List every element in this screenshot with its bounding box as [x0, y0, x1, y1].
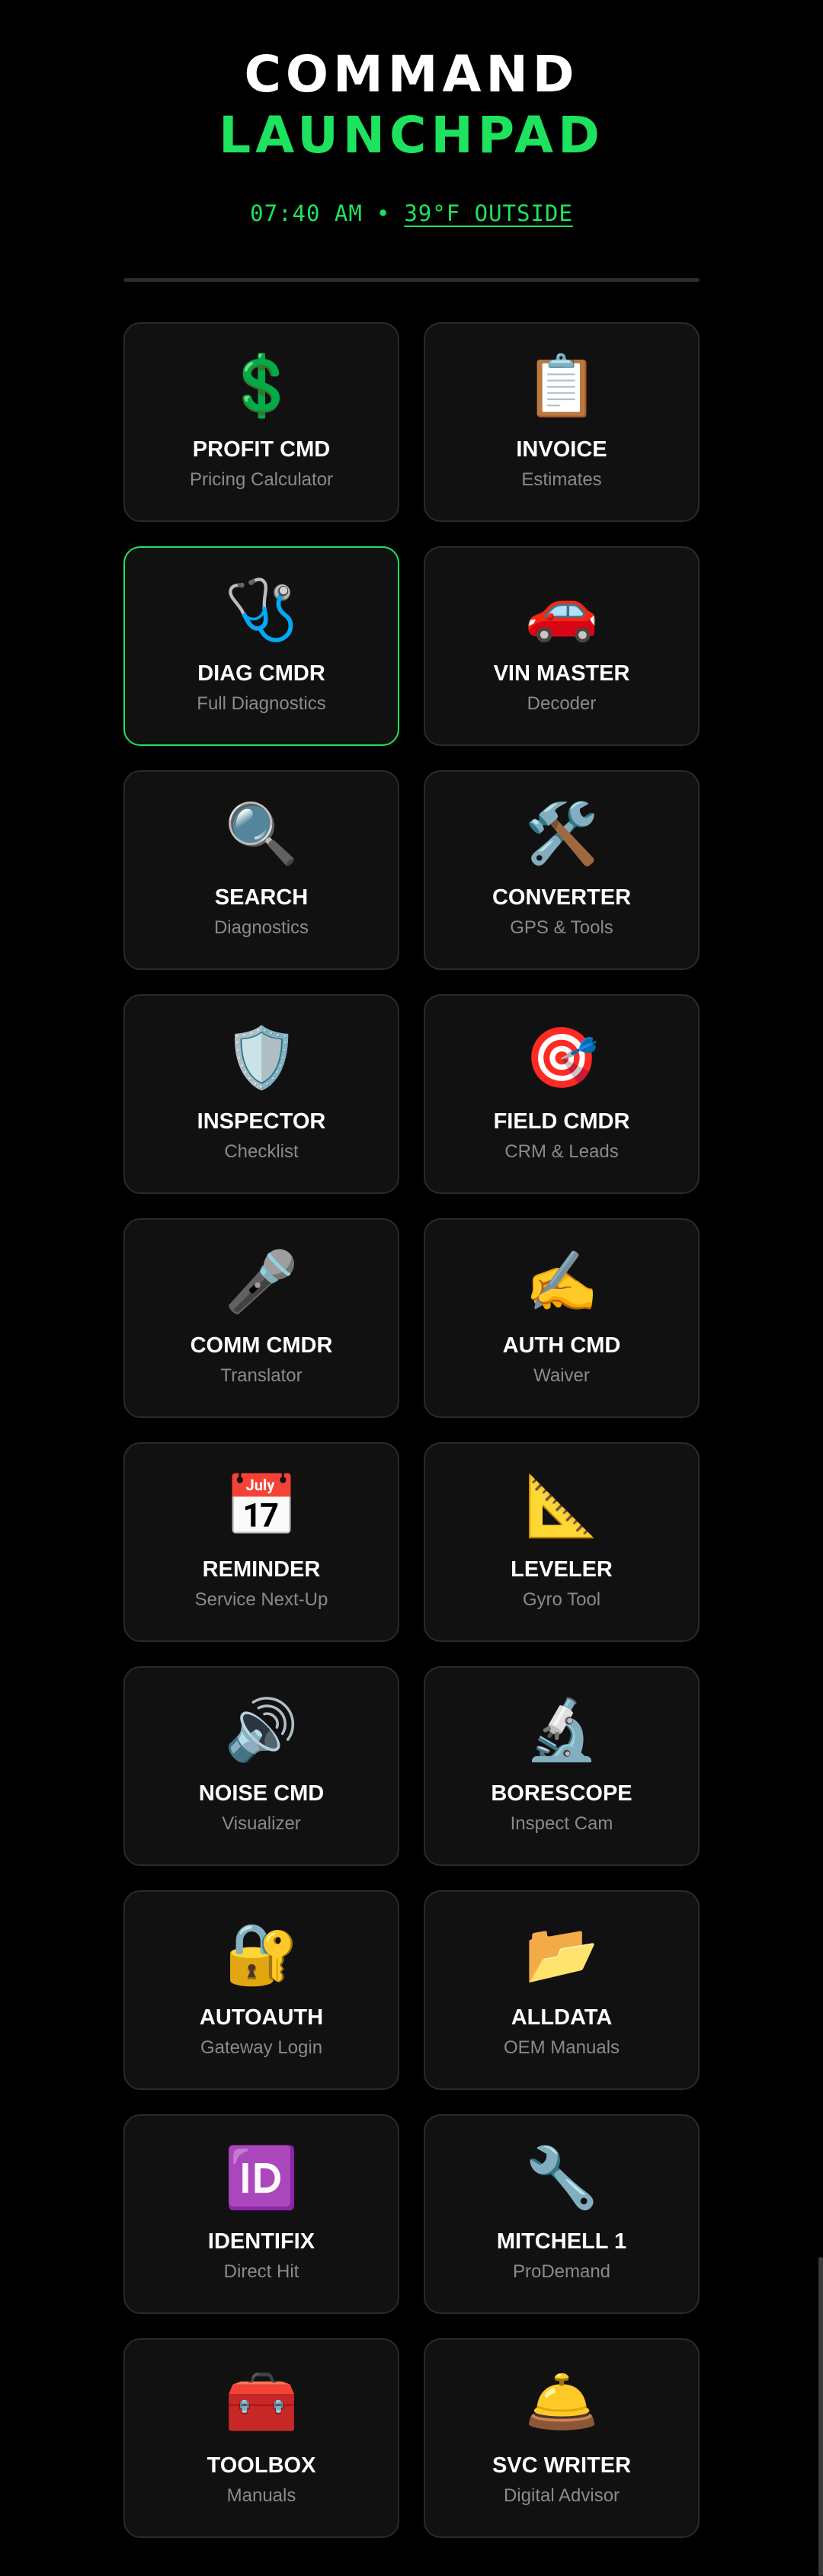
card-title: TOOLBOX [207, 2453, 316, 2478]
launch-card-inspector[interactable]: 🛡️ INSPECTOR Checklist [123, 994, 399, 1194]
launch-card-comm-cmdr[interactable]: 🎤 COMM CMDR Translator [123, 1218, 399, 1418]
clipboard-icon: 📋 [524, 352, 599, 421]
card-title: SVC WRITER [492, 2453, 632, 2478]
hammer-wrench-icon: 🛠️ [524, 800, 599, 869]
card-title: NOISE CMD [198, 1781, 325, 1806]
launch-card-alldata[interactable]: 📂 ALLDATA OEM Manuals [424, 1890, 700, 2090]
card-title: PROFIT CMD [192, 437, 331, 462]
card-title: MITCHELL 1 [496, 2229, 627, 2254]
card-title: DIAG CMDR [197, 661, 325, 686]
magnifier-icon: 🔍 [224, 800, 299, 869]
service-bell-icon: 🛎️ [524, 2368, 599, 2437]
status-separator: • [376, 200, 391, 226]
card-subtitle: Translator [220, 1365, 303, 1386]
lock-key-icon: 🔐 [224, 1920, 299, 1989]
card-title: AUTH CMD [502, 1333, 621, 1358]
card-subtitle: Visualizer [222, 1813, 301, 1834]
card-title: VIN MASTER [493, 661, 630, 686]
card-subtitle: ProDemand [512, 2261, 611, 2282]
speaker-icon: 🔊 [224, 1696, 299, 1765]
launch-card-search[interactable]: 🔍 SEARCH Diagnostics [123, 770, 399, 970]
wrench-icon: 🔧 [524, 2144, 599, 2213]
page-title-line2: LAUNCHPAD [219, 106, 604, 165]
dollar-sign-icon: 💲 [224, 352, 299, 421]
card-title: FIELD CMDR [493, 1109, 630, 1134]
launch-card-mitchell-1[interactable]: 🔧 MITCHELL 1 ProDemand [424, 2114, 700, 2314]
card-subtitle: Waiver [533, 1365, 590, 1386]
launch-card-vin-master[interactable]: 🚗 VIN MASTER Decoder [424, 546, 700, 746]
card-title: LEVELER [511, 1557, 613, 1582]
card-subtitle: Direct Hit [223, 2261, 299, 2282]
card-title: ALLDATA [511, 2005, 613, 2030]
launch-card-auth-cmd[interactable]: ✍️ AUTH CMD Waiver [424, 1218, 700, 1418]
shield-icon: 🛡️ [224, 1024, 299, 1093]
card-title: AUTOAUTH [199, 2005, 324, 2030]
calendar-icon: 📅 [224, 1472, 299, 1541]
launchpad-grid: 💲 PROFIT CMD Pricing Calculator 📋 INVOICE Est… [123, 322, 700, 2538]
launch-card-diag-cmdr[interactable]: 🩺 DIAG CMDR Full Diagnostics [123, 546, 399, 746]
card-subtitle: CRM & Leads [504, 1141, 619, 1162]
page-title-line1: COMMAND [244, 45, 579, 104]
scrollbar-thumb[interactable] [818, 2257, 823, 2576]
card-subtitle: Pricing Calculator [189, 469, 334, 490]
card-subtitle: OEM Manuals [503, 2037, 620, 2058]
card-subtitle: Estimates [521, 469, 602, 490]
card-title: COMM CMDR [190, 1333, 333, 1358]
toolbox-icon: 🧰 [224, 2368, 299, 2437]
card-subtitle: Decoder [527, 693, 597, 714]
launch-card-field-cmdr[interactable]: 🎯 FIELD CMDR CRM & Leads [424, 994, 700, 1194]
card-title: REMINDER [202, 1557, 321, 1582]
launch-card-noise-cmd[interactable]: 🔊 NOISE CMD Visualizer [123, 1666, 399, 1866]
card-subtitle: GPS & Tools [510, 917, 613, 938]
triangle-ruler-icon: 📐 [524, 1472, 599, 1541]
card-title: CONVERTER [492, 885, 632, 910]
card-subtitle: Manuals [226, 2485, 296, 2506]
card-subtitle: Checklist [224, 1141, 299, 1162]
header-divider [123, 278, 700, 282]
microphone-icon: 🎤 [224, 1248, 299, 1317]
stethoscope-icon: 🩺 [224, 576, 299, 645]
card-subtitle: Service Next-Up [194, 1589, 328, 1610]
microscope-icon: 🔬 [524, 1696, 599, 1765]
launch-card-borescope[interactable]: 🔬 BORESCOPE Inspect Cam [424, 1666, 700, 1866]
launch-card-toolbox[interactable]: 🧰 TOOLBOX Manuals [123, 2338, 399, 2538]
launch-card-leveler[interactable]: 📐 LEVELER Gyro Tool [424, 1442, 700, 1642]
id-badge-icon: 🆔 [224, 2144, 299, 2213]
launch-card-svc-writer[interactable]: 🛎️ SVC WRITER Digital Advisor [424, 2338, 700, 2538]
card-subtitle: Diagnostics [213, 917, 309, 938]
folder-icon: 📂 [524, 1920, 599, 1989]
header: COMMAND LAUNCHPAD 07:40 AM • 39°F OUTSIDE [0, 0, 823, 229]
card-title: BORESCOPE [491, 1781, 632, 1806]
card-title: SEARCH [214, 885, 309, 910]
launch-card-reminder[interactable]: 📅 REMINDER Service Next-Up [123, 1442, 399, 1642]
card-subtitle: Gateway Login [200, 2037, 323, 2058]
status-bar: 07:40 AM • 39°F OUTSIDE [0, 198, 823, 229]
launch-card-profit-cmd[interactable]: 💲 PROFIT CMD Pricing Calculator [123, 322, 399, 522]
card-title: INVOICE [516, 437, 607, 462]
card-title: IDENTIFIX [207, 2229, 315, 2254]
weather-link[interactable]: 39°F OUTSIDE [404, 200, 573, 226]
launch-card-autoauth[interactable]: 🔐 AUTOAUTH Gateway Login [123, 1890, 399, 2090]
card-subtitle: Inspect Cam [510, 1813, 613, 1834]
target-icon: 🎯 [524, 1024, 599, 1093]
writing-hand-icon: ✍️ [524, 1248, 599, 1317]
card-subtitle: Digital Advisor [503, 2485, 620, 2506]
car-icon: 🚗 [524, 576, 599, 645]
card-title: INSPECTOR [197, 1109, 326, 1134]
launch-card-identifix[interactable]: 🆔 IDENTIFIX Direct Hit [123, 2114, 399, 2314]
launch-card-converter[interactable]: 🛠️ CONVERTER GPS & Tools [424, 770, 700, 970]
card-subtitle: Full Diagnostics [197, 693, 326, 714]
clock-time: 07:40 AM [250, 200, 363, 226]
launch-card-invoice[interactable]: 📋 INVOICE Estimates [424, 322, 700, 522]
card-subtitle: Gyro Tool [522, 1589, 601, 1610]
